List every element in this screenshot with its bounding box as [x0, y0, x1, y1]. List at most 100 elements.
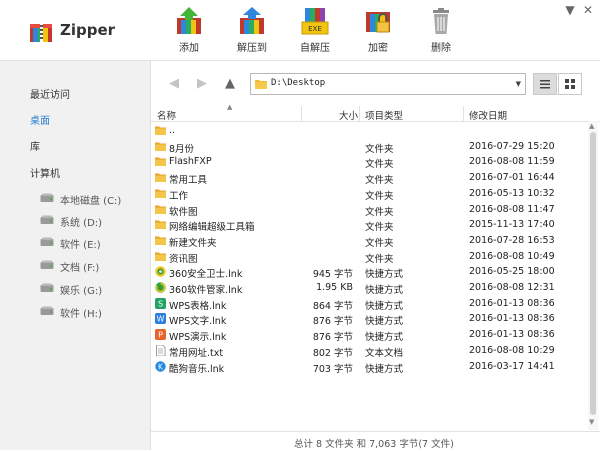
file-row[interactable]: P WPS演示.lnk 876 字节 快捷方式 2016-01-13 08:36 [151, 327, 587, 343]
file-name: 新建文件夹 [169, 237, 217, 249]
sidebar-item-library[interactable]: 库 [30, 138, 40, 153]
file-type: 文件夹 [365, 190, 394, 202]
drive-f[interactable]: 文档 (F:) [40, 259, 140, 274]
folder-icon [155, 252, 166, 261]
list-view-button[interactable] [533, 73, 557, 95]
file-type: 快捷方式 [365, 285, 404, 296]
file-row[interactable]: FlashFXP 文件夹 2016-08-08 11:59 [151, 154, 587, 170]
file-row[interactable]: .. [151, 123, 587, 138]
360-security-icon [155, 266, 166, 277]
add-archive-icon [177, 7, 201, 34]
file-row[interactable]: 8月份 文件夹 2016-07-29 15:20 [151, 139, 587, 155]
file-row[interactable]: 新建文件夹 文件夹 2016-07-28 16:53 [151, 233, 587, 249]
wps-presentation-icon: P [155, 329, 166, 341]
sidebar-item-desktop[interactable]: 桌面 [30, 112, 50, 127]
drive-e[interactable]: 软件 (E:) [40, 236, 140, 251]
file-modified-date: 2015-11-13 17:40 [469, 219, 555, 231]
file-modified-date: 2016-05-13 10:32 [469, 187, 555, 199]
delete-button[interactable]: 删除 [414, 6, 468, 56]
file-modified-date: 2016-07-29 15:20 [469, 140, 555, 152]
encrypt-button[interactable]: 加密 [351, 6, 405, 56]
folder-icon [155, 236, 166, 245]
drive-g[interactable]: 娱乐 (G:) [40, 282, 140, 297]
file-row[interactable]: S WPS表格.lnk 864 字节 快捷方式 2016-01-13 08:36 [151, 296, 587, 312]
file-row[interactable]: 常用工具 文件夹 2016-07-01 16:44 [151, 170, 587, 186]
encrypt-button-label: 加密 [368, 43, 388, 54]
sort-ascending-icon: ▲ [227, 103, 233, 111]
file-row[interactable]: 360安全卫士.lnk 945 字节 快捷方式 2016-05-25 18:00 [151, 264, 587, 281]
folder-icon [255, 80, 267, 89]
sidebar-item-recent[interactable]: 最近访问 [30, 86, 70, 101]
file-row[interactable]: W WPS文字.lnk 876 字节 快捷方式 2016-01-13 08:36 [151, 311, 587, 328]
file-name: 8月份 [169, 143, 195, 155]
add-button[interactable]: 添加 [162, 6, 216, 56]
file-size: 864 字节 [312, 300, 353, 312]
folder-icon [155, 189, 166, 198]
column-type[interactable]: 项目类型 [365, 108, 403, 122]
column-size[interactable]: 大小 [339, 108, 358, 122]
self-extract-button[interactable]: EXE 自解压 [288, 6, 342, 56]
up-folder-icon[interactable]: ▲ [222, 76, 238, 92]
file-row[interactable]: 资讯图 文件夹 2016-08-08 10:49 [151, 249, 587, 265]
drive-label: 文档 (F:) [60, 263, 100, 274]
folder-icon [155, 157, 166, 167]
scroll-up-icon[interactable]: ▲ [589, 122, 594, 130]
folder-icon [155, 173, 166, 183]
status-bar: 总计 8 文件夹 和 7,063 字节(7 文件) [151, 431, 600, 451]
file-row[interactable]: 网络编辑超级工具箱 文件夹 2015-11-13 17:40 [151, 217, 587, 233]
grid-view-button[interactable] [558, 73, 582, 95]
drive-h[interactable]: 软件 (H:) [40, 305, 140, 320]
drive-label: 系统 (D:) [60, 218, 103, 229]
status-text: 总计 8 文件夹 和 7,063 字节(7 文件) [294, 439, 454, 450]
file-type: 快捷方式 [365, 316, 404, 328]
address-bar[interactable]: D:\Desktop ▼ [250, 73, 526, 95]
file-row[interactable]: 软件图 文件夹 2016-08-08 11:47 [151, 202, 587, 218]
close-icon[interactable]: ✕ [580, 3, 596, 17]
back-arrow-icon[interactable]: ◀ [166, 76, 182, 92]
file-modified-date: 2016-08-08 11:47 [469, 203, 555, 215]
file-row[interactable]: 工作 文件夹 2016-05-13 10:32 [151, 186, 587, 202]
sidebar-item-computer[interactable]: 计算机 [30, 165, 60, 180]
file-type: 快捷方式 [365, 363, 404, 375]
wps-spreadsheet-icon: S [155, 297, 166, 309]
scrollbar-thumb[interactable] [590, 132, 596, 415]
file-row[interactable]: 常用网址.txt 802 字节 文本文档 2016-08-08 10:29 [151, 343, 587, 359]
svg-text:P: P [158, 331, 163, 340]
scroll-down-icon[interactable]: ▼ [589, 418, 594, 426]
file-size: 876 字节 [312, 316, 353, 328]
drive-c[interactable]: 本地磁盘 (C:) [40, 192, 140, 207]
file-modified-date: 2016-01-13 08:36 [469, 329, 555, 341]
folder-icon [155, 142, 166, 151]
file-type: 快捷方式 [365, 269, 404, 281]
file-modified-date: 2016-08-08 12:31 [469, 282, 555, 293]
title-toolbar-bar: Zipper 添加 解压到 EXE 自解压 加密 删除 ▼ ✕ [0, 0, 600, 61]
file-modified-date: 2016-07-01 16:44 [469, 172, 555, 184]
wps-writer-icon: W [155, 313, 166, 325]
chevron-down-icon[interactable]: ▼ [516, 80, 521, 88]
menu-dropdown-icon[interactable]: ▼ [562, 3, 578, 17]
column-divider[interactable] [463, 106, 464, 121]
extract-to-button[interactable]: 解压到 [225, 6, 279, 56]
file-modified-date: 2016-08-08 10:29 [469, 344, 555, 356]
column-divider[interactable] [359, 106, 360, 121]
column-name[interactable]: 名称 [157, 108, 176, 122]
file-type: 文件夹 [365, 143, 394, 155]
drive-d[interactable]: 系统 (D:) [40, 214, 140, 229]
svg-text:S: S [158, 299, 163, 308]
file-name: 360软件管家.lnk [169, 285, 243, 296]
forward-arrow-icon[interactable]: ▶ [194, 76, 210, 92]
text-file-icon [156, 344, 166, 356]
file-size: 945 字节 [312, 269, 353, 281]
drive-label: 本地磁盘 (C:) [60, 196, 122, 207]
file-modified-date: 2016-03-17 14:41 [469, 360, 555, 372]
drive-label: 软件 (E:) [60, 240, 101, 251]
file-modified-date: 2016-05-25 18:00 [469, 266, 555, 278]
file-row[interactable]: 360软件管家.lnk 1.95 KB 快捷方式 2016-08-08 12:31 [151, 280, 587, 296]
folder-icon [155, 126, 166, 135]
file-name: 软件图 [169, 206, 198, 218]
file-row[interactable]: K 酷狗音乐.lnk 703 字节 快捷方式 2016-03-17 14:41 [151, 359, 587, 375]
column-divider[interactable] [301, 106, 302, 121]
column-date[interactable]: 修改日期 [469, 108, 507, 122]
delete-button-label: 删除 [431, 43, 451, 54]
file-name: 资讯图 [169, 253, 198, 265]
